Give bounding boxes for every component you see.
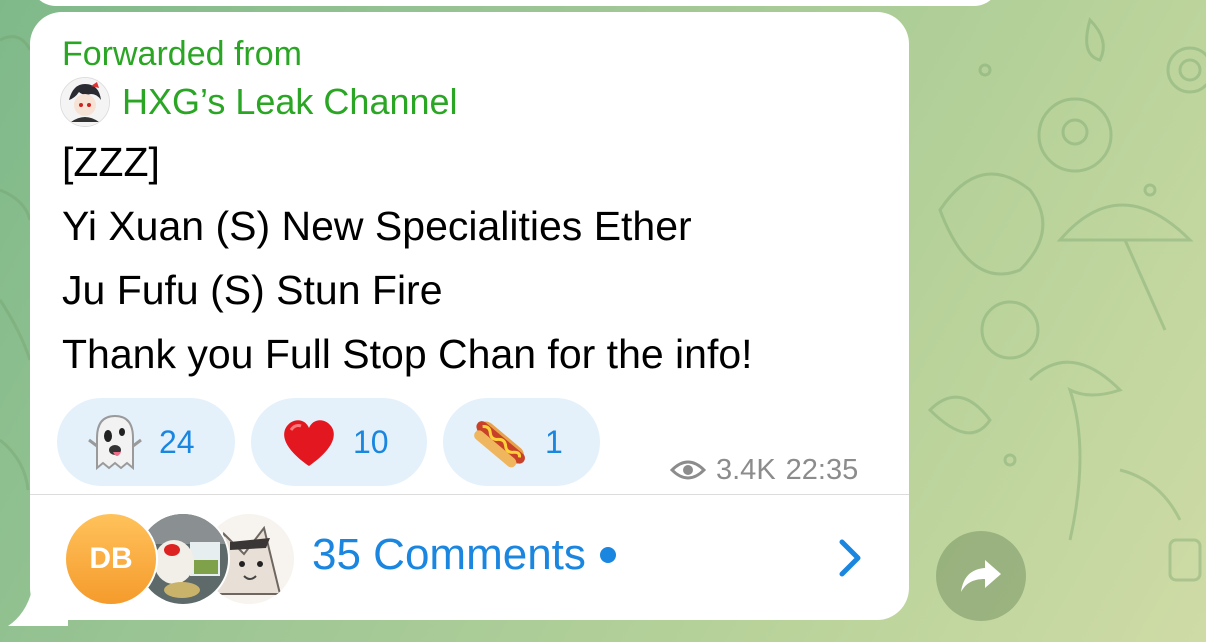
message-time: 22:35 xyxy=(785,453,859,486)
reaction-count: 1 xyxy=(545,423,563,460)
avatar: DB xyxy=(64,512,158,606)
eye-icon xyxy=(670,460,706,480)
hot-dog-emoji-icon xyxy=(474,421,525,468)
reaction-count: 10 xyxy=(353,423,389,460)
reaction-heart-button[interactable]: 10 xyxy=(251,398,427,486)
channel-avatar[interactable] xyxy=(60,77,110,127)
commenter-avatars[interactable]: DB xyxy=(64,512,296,606)
reaction-ghost-button[interactable]: 24 xyxy=(57,398,235,486)
channel-name: HXG’s Leak Channel xyxy=(122,81,458,122)
comments-label: 35 Comments xyxy=(312,530,586,579)
message-text-line: Yi Xuan (S) New Specialities Ether xyxy=(62,203,692,249)
comments-link[interactable]: 35 Comments xyxy=(312,528,616,582)
avatar-initials: DB xyxy=(89,542,133,575)
forwarded-from-label: Forwarded from xyxy=(62,35,302,73)
share-arrow-icon xyxy=(961,560,1001,592)
reaction-count: 24 xyxy=(159,423,195,460)
share-button[interactable] xyxy=(936,531,1026,621)
red-heart-emoji-icon xyxy=(284,420,334,466)
forwarded-channel-link[interactable]: HXG’s Leak Channel xyxy=(60,77,458,127)
previous-message-bubble xyxy=(30,0,1000,6)
message-text-line: Thank you Full Stop Chan for the info! xyxy=(62,331,753,377)
reaction-hot-dog-button[interactable]: 1 xyxy=(443,398,600,486)
comments-divider xyxy=(30,494,909,495)
message-text-line: [ZZZ] xyxy=(62,139,160,185)
view-count: 3.4K xyxy=(716,453,776,486)
ghost-emoji-icon xyxy=(88,414,142,471)
unread-dot xyxy=(599,547,616,563)
chevron-right-icon[interactable] xyxy=(834,538,866,578)
message-text-line: Ju Fufu (S) Stun Fire xyxy=(62,267,443,313)
message-meta: 3.4K 22:35 xyxy=(670,452,858,488)
